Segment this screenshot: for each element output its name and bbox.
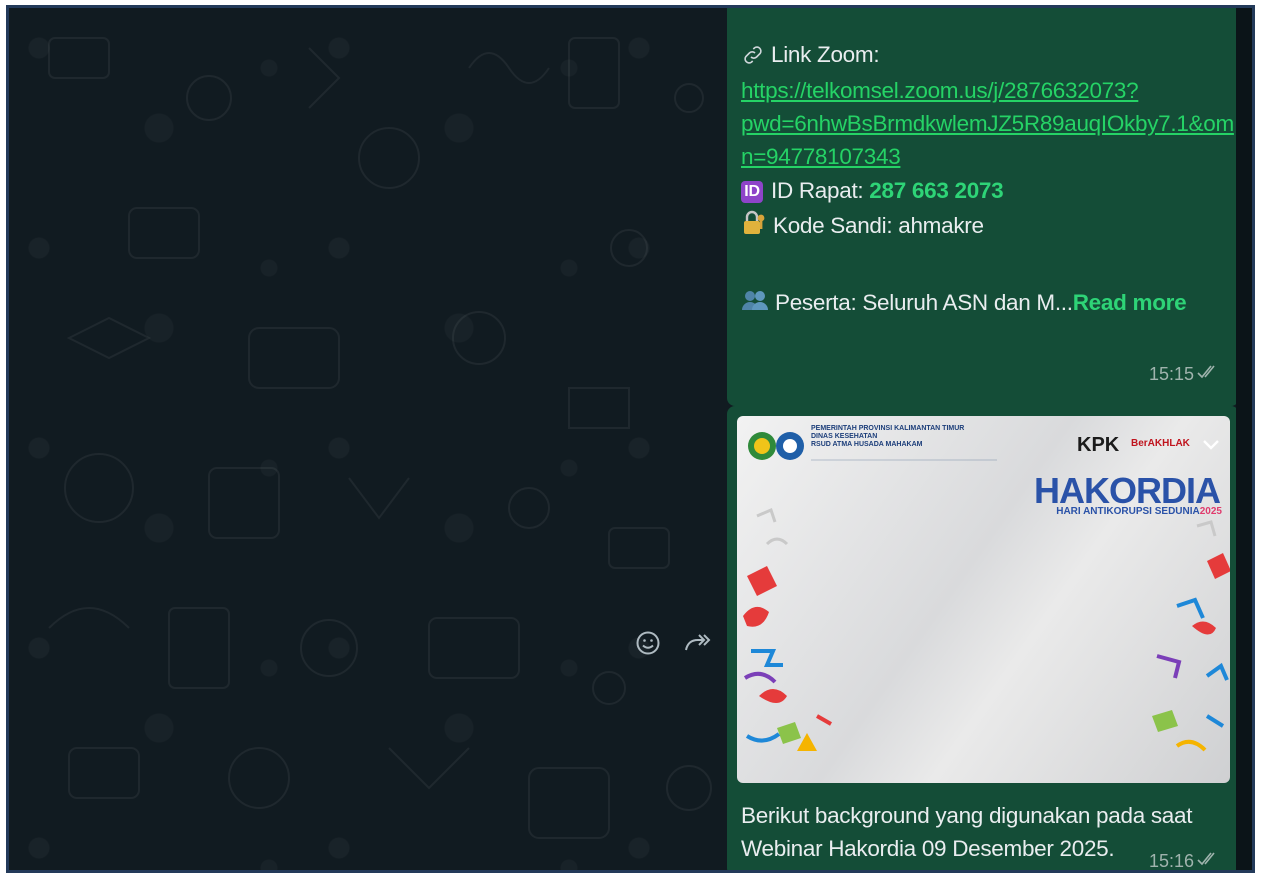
read-more-link[interactable]: Read more <box>1073 290 1187 315</box>
message-time: 15:16 <box>1149 851 1225 870</box>
zoom-link-1[interactable]: https://telkomsel.zoom.us/j/2876632073? <box>741 74 1139 107</box>
link-label-line: Link Zoom: <box>741 38 880 72</box>
lock-key-icon <box>741 210 767 245</box>
link-icon <box>741 43 765 72</box>
message-bubble[interactable]: Link Zoom: https://telkomsel.zoom.us/j/2… <box>727 8 1239 406</box>
message-time: 15:15 <box>1149 364 1225 385</box>
kpk-logo: KPK <box>1077 434 1120 456</box>
meeting-id-value: 287 663 2073 <box>869 178 1004 203</box>
double-check-icon <box>1197 852 1225 870</box>
people-icon <box>741 288 769 321</box>
link-label: Link Zoom: <box>771 42 880 67</box>
smiley-icon <box>636 631 660 655</box>
password-line: Kode Sandi: ahmakre <box>741 209 984 245</box>
hakordia-subtitle: HARI ANTIKORUPSI SEDUNIA2025 <box>1056 506 1222 517</box>
scroll-track[interactable] <box>1236 8 1252 870</box>
meeting-id-line: ID ID Rapat: 287 663 2073 <box>741 174 1004 207</box>
image-caption: Berikut background yang digunakan pada s… <box>741 803 1193 861</box>
chevron-down-icon[interactable] <box>1202 434 1220 457</box>
berakhlak-logo: BerAKHLAK <box>1131 438 1190 449</box>
participants-line: Peserta: Seluruh ASN dan M...Read more <box>741 286 1187 321</box>
attached-image[interactable]: PEMERINTAH PROVINSI KALIMANTAN TIMUR DIN… <box>737 416 1230 783</box>
forward-icon <box>685 634 711 651</box>
emoji-reaction-button[interactable] <box>635 630 661 663</box>
zoom-link-3[interactable]: n=94778107343 <box>741 140 901 173</box>
forward-button[interactable] <box>683 630 711 663</box>
id-icon: ID <box>741 181 763 204</box>
chat-window: Link Zoom: https://telkomsel.zoom.us/j/2… <box>6 5 1255 873</box>
poster-header: PEMERINTAH PROVINSI KALIMANTAN TIMUR DIN… <box>811 425 965 448</box>
zoom-link-2[interactable]: pwd=6nhwBsBrmdkwlemJZ5R89auqIOkby7.1&om <box>741 107 1234 140</box>
image-message-bubble[interactable]: PEMERINTAH PROVINSI KALIMANTAN TIMUR DIN… <box>727 406 1239 870</box>
double-check-icon <box>1197 365 1225 384</box>
